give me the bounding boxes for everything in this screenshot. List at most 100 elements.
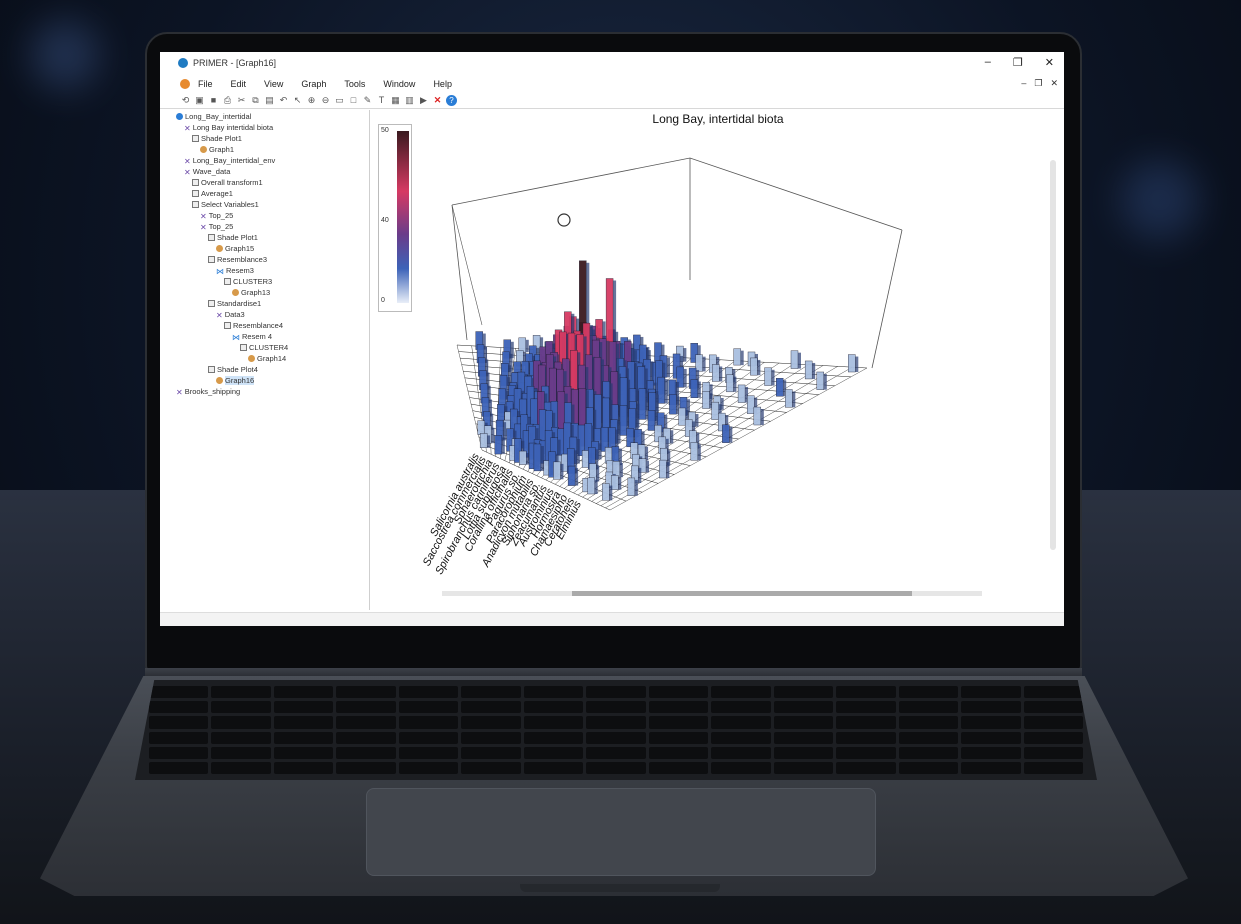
menu-graph[interactable]: Graph	[301, 79, 326, 89]
keyboard-key[interactable]	[273, 686, 334, 699]
keyboard-key[interactable]	[398, 761, 459, 774]
keyboard-key[interactable]	[898, 701, 959, 714]
keyboard-key[interactable]	[836, 701, 896, 714]
keyboard-key[interactable]	[211, 761, 271, 774]
keyboard-key[interactable]	[1023, 701, 1083, 714]
disk-icon[interactable]: ■	[208, 95, 219, 106]
menu-tools[interactable]: Tools	[344, 79, 365, 89]
tree-node[interactable]: Select Variables1	[192, 200, 259, 209]
text-icon[interactable]: T	[376, 95, 387, 106]
keyboard-key[interactable]	[523, 701, 584, 714]
doc-restore-button[interactable]: ❐	[1034, 78, 1042, 89]
zoom-out-icon[interactable]: ⊖	[320, 95, 331, 106]
keyboard-key[interactable]	[648, 761, 709, 774]
keyboard-key[interactable]	[211, 746, 271, 759]
keyboard-key[interactable]	[1023, 716, 1083, 729]
keyboard-key[interactable]	[648, 716, 709, 729]
keyboard-key[interactable]	[273, 746, 334, 759]
keyboard-key[interactable]	[149, 686, 209, 699]
keyboard-key[interactable]	[711, 746, 771, 759]
keyboard-key[interactable]	[898, 716, 959, 729]
paste-icon[interactable]: ▤	[264, 95, 275, 106]
tree-node[interactable]: Average1	[192, 189, 233, 198]
keyboard-key[interactable]	[961, 761, 1021, 774]
keyboard-key[interactable]	[336, 761, 396, 774]
keyboard-key[interactable]	[836, 746, 896, 759]
keyboard-key[interactable]	[898, 746, 959, 759]
tree-node[interactable]: Graph1	[200, 145, 234, 154]
tree-node[interactable]: ✕ Top_25	[200, 222, 233, 232]
help-icon[interactable]: ?	[446, 95, 457, 106]
trackpad[interactable]	[366, 788, 876, 876]
keyboard-key[interactable]	[149, 731, 209, 744]
keyboard-key[interactable]	[336, 701, 396, 714]
tree-node[interactable]: Shade Plot1	[192, 134, 242, 143]
scrollbar-thumb[interactable]	[572, 591, 912, 596]
grid-icon[interactable]: ▦	[390, 95, 401, 106]
keyboard-key[interactable]	[149, 716, 209, 729]
tree-node[interactable]: ✕ Brooks_shipping	[176, 387, 240, 397]
keyboard-key[interactable]	[1023, 686, 1083, 699]
tree-node[interactable]: Graph13	[232, 288, 270, 297]
keyboard-key[interactable]	[523, 761, 584, 774]
pointer-icon[interactable]: ↖	[292, 95, 303, 106]
stop-icon[interactable]: ✕	[432, 95, 443, 106]
keyboard-key[interactable]	[898, 686, 959, 699]
print-icon[interactable]: ⎙	[222, 95, 233, 106]
tree-node[interactable]: Shade Plot4	[208, 365, 258, 374]
keyboard-key[interactable]	[586, 701, 646, 714]
tree-node[interactable]: Resemblance3	[208, 255, 267, 264]
keyboard-key[interactable]	[773, 731, 834, 744]
keyboard-key[interactable]	[336, 746, 396, 759]
tree-node[interactable]: ✕ Data3	[216, 310, 245, 320]
keyboard-key[interactable]	[898, 731, 959, 744]
keyboard-key[interactable]	[648, 746, 709, 759]
keyboard-key[interactable]	[523, 731, 584, 744]
keyboard-key[interactable]	[586, 761, 646, 774]
keyboard-key[interactable]	[1023, 731, 1083, 744]
keyboard-key[interactable]	[273, 701, 334, 714]
keyboard-key[interactable]	[336, 731, 396, 744]
menu-window[interactable]: Window	[383, 79, 415, 89]
keyboard-key[interactable]	[273, 761, 334, 774]
keyboard-key[interactable]	[586, 716, 646, 729]
keyboard-key[interactable]	[149, 701, 209, 714]
save-icon[interactable]: ▣	[194, 95, 205, 106]
keyboard-key[interactable]	[336, 716, 396, 729]
menu-view[interactable]: View	[264, 79, 283, 89]
minimize-button[interactable]: –	[985, 56, 991, 69]
keyboard-key[interactable]	[773, 716, 834, 729]
keyboard-key[interactable]	[773, 686, 834, 699]
keyboard-key[interactable]	[586, 746, 646, 759]
open-icon[interactable]: ⟲	[180, 95, 191, 106]
tree-node[interactable]: ✕ Wave_data	[184, 167, 230, 177]
keyboard-key[interactable]	[773, 761, 834, 774]
keyboard-key[interactable]	[836, 686, 896, 699]
keyboard-key[interactable]	[523, 686, 584, 699]
keyboard-key[interactable]	[773, 746, 834, 759]
tree-node[interactable]: Shade Plot1	[208, 233, 258, 242]
tree-node[interactable]: Resemblance4	[224, 321, 283, 330]
keyboard-key[interactable]	[461, 731, 521, 744]
keyboard-key[interactable]	[273, 731, 334, 744]
menu-file[interactable]: File	[198, 79, 213, 89]
keyboard-key[interactable]	[398, 731, 459, 744]
keyboard-key[interactable]	[398, 701, 459, 714]
tree-node[interactable]: Graph15	[216, 244, 254, 253]
vertical-scrollbar[interactable]	[1050, 160, 1056, 550]
doc-minimize-button[interactable]: –	[1021, 78, 1026, 89]
keyboard-key[interactable]	[711, 686, 771, 699]
keyboard-key[interactable]	[961, 746, 1021, 759]
menu-help[interactable]: Help	[433, 79, 452, 89]
keyboard-key[interactable]	[711, 761, 771, 774]
keyboard-key[interactable]	[711, 731, 771, 744]
undo-icon[interactable]: ↶	[278, 95, 289, 106]
close-button[interactable]: ✕	[1045, 56, 1054, 69]
tree-node[interactable]: ⋈ Resem3	[216, 266, 254, 276]
tree-node[interactable]: Standardise1	[208, 299, 261, 308]
tree-node[interactable]: Graph16	[216, 376, 255, 385]
keyboard-key[interactable]	[586, 686, 646, 699]
keyboard-key[interactable]	[711, 716, 771, 729]
keyboard-key[interactable]	[461, 761, 521, 774]
graph-icon[interactable]: ▥	[404, 95, 415, 106]
